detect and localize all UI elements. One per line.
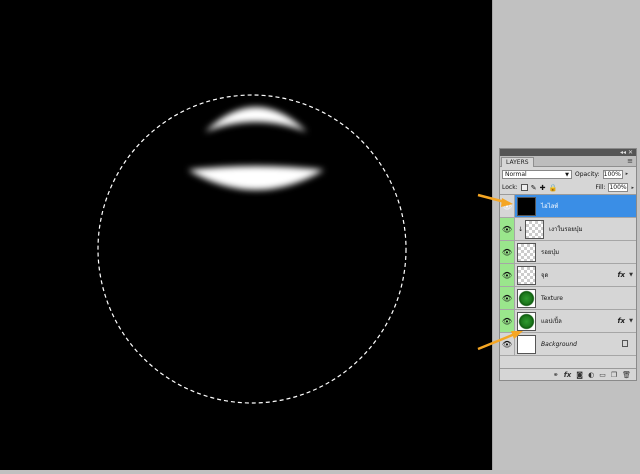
clipping-mask-icon: ↓	[518, 225, 524, 233]
layer-effects-icon[interactable]: fx	[617, 271, 625, 279]
layer-row-dots[interactable]: 👁 จุด fx ▼	[500, 264, 636, 287]
layer-row-background[interactable]: 👁 Background	[500, 333, 636, 356]
layer-name: เงาในรอยบุ๋ม	[549, 226, 583, 233]
layer-name: Texture	[541, 294, 563, 302]
lock-image-icon[interactable]: ✎	[531, 184, 537, 192]
layer-row-apple[interactable]: 👁 แอปเปิ้ล fx ▼	[500, 310, 636, 333]
visibility-eye-icon[interactable]: 👁	[500, 333, 515, 355]
visibility-eye-icon[interactable]: 👁	[500, 195, 515, 217]
layer-thumbnail	[517, 196, 536, 216]
panel-menu-icon[interactable]: ≡	[627, 156, 633, 166]
layer-thumbnail	[525, 219, 545, 239]
blend-mode-select[interactable]: Normal ▼	[502, 169, 572, 179]
visibility-eye-icon[interactable]: 👁	[500, 264, 515, 286]
layer-thumbnail	[517, 288, 536, 308]
blend-mode-value: Normal	[505, 170, 527, 178]
lock-fill-row: Lock: ✎ ✚ 🔒 Fill: 100% ▸	[500, 181, 636, 195]
chevron-down-icon: ▼	[565, 171, 569, 178]
highlight-lower-stroke	[188, 166, 324, 190]
visibility-eye-icon[interactable]: 👁	[500, 287, 515, 309]
layer-thumbnail	[517, 265, 536, 285]
layer-lock-icon	[622, 340, 628, 347]
layer-name: จุด	[541, 272, 549, 279]
opacity-input[interactable]: 100%	[602, 169, 623, 179]
layer-thumbnail	[517, 311, 536, 331]
mask-icon[interactable]: ◙	[576, 371, 583, 379]
lock-all-icon[interactable]: 🔒	[548, 184, 557, 192]
panel-collapse-controls[interactable]: ◂◂ ✕	[620, 149, 633, 156]
layer-name: รอยบุ๋ม	[541, 249, 560, 256]
layer-list: 👁 ไฮไลท์ 👁 ↓ เงาในรอยบุ๋ม 👁 รอยบุ๋ม 👁 จุ…	[500, 195, 636, 356]
highlight-upper-stroke	[205, 107, 307, 132]
canvas-artwork	[97, 94, 407, 404]
layer-name: ไฮไลท์	[541, 203, 559, 210]
layer-name: Background	[541, 340, 577, 348]
layers-panel: ◂◂ ✕ LAYERS ≡ Normal ▼ Opacity: 100% ▸ L…	[499, 148, 637, 381]
fill-slider-arrow-icon[interactable]: ▸	[631, 185, 634, 191]
visibility-eye-icon[interactable]: 👁	[500, 241, 515, 263]
lock-label: Lock:	[502, 184, 518, 191]
marching-ants-selection	[97, 94, 407, 404]
tab-layers[interactable]: LAYERS	[501, 157, 534, 167]
layer-row-texture[interactable]: 👁 Texture	[500, 287, 636, 310]
expand-effects-icon[interactable]: ▼	[629, 318, 633, 324]
layer-name: แอปเปิ้ล	[541, 318, 562, 325]
layer-effects-icon[interactable]: fx	[617, 317, 625, 325]
trash-icon[interactable]: 🗑	[622, 371, 631, 379]
group-icon[interactable]: ▭	[599, 371, 606, 379]
layer-thumbnail	[517, 242, 536, 262]
layer-row-dent[interactable]: 👁 รอยบุ๋ม	[500, 241, 636, 264]
link-icon[interactable]: ⚭	[553, 371, 559, 379]
visibility-eye-icon[interactable]: 👁	[500, 218, 515, 240]
panel-bottom-toolbar: ⚭ fx ◙ ◐ ▭ ❐ 🗑	[500, 368, 636, 380]
panel-title-bar[interactable]: ◂◂ ✕	[500, 149, 636, 156]
opacity-slider-arrow-icon[interactable]: ▸	[626, 171, 629, 177]
layer-row-highlight[interactable]: 👁 ไฮไลท์	[500, 195, 636, 218]
document-canvas[interactable]	[0, 0, 492, 470]
blend-opacity-row: Normal ▼ Opacity: 100% ▸	[500, 167, 636, 181]
opacity-label: Opacity:	[575, 170, 600, 178]
fill-input[interactable]: 100%	[608, 183, 629, 192]
fill-label: Fill:	[595, 184, 606, 191]
lock-transparency-icon[interactable]	[520, 184, 528, 191]
fx-icon[interactable]: fx	[564, 371, 572, 379]
visibility-eye-icon[interactable]: 👁	[500, 310, 515, 332]
lock-position-icon[interactable]: ✚	[540, 184, 546, 192]
panel-tab-bar: LAYERS ≡	[500, 156, 636, 167]
layer-row-dent-shadow[interactable]: 👁 ↓ เงาในรอยบุ๋ม	[500, 218, 636, 241]
expand-effects-icon[interactable]: ▼	[629, 272, 633, 278]
layer-thumbnail	[517, 334, 536, 354]
new-layer-icon[interactable]: ❐	[611, 371, 617, 379]
adjustment-icon[interactable]: ◐	[588, 371, 594, 379]
